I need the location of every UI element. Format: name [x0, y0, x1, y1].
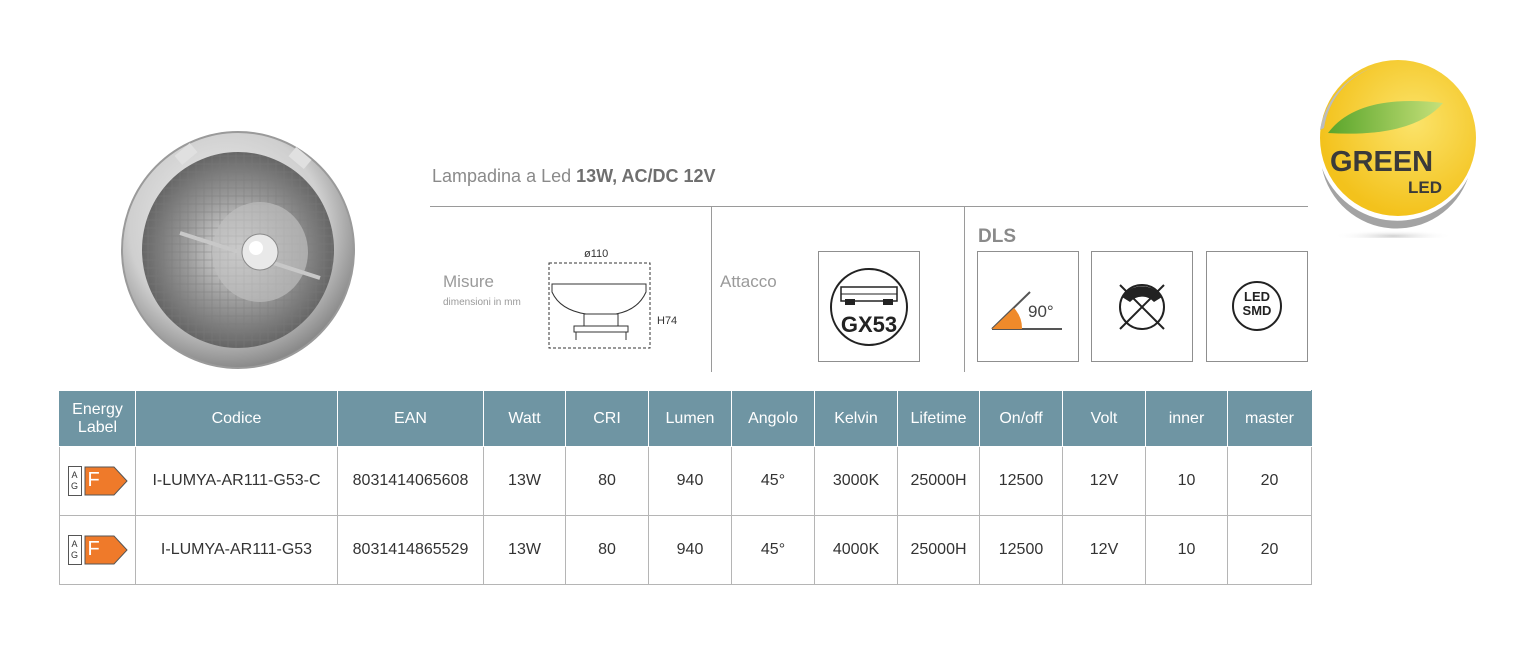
- energy-label-badge: A G F: [67, 466, 128, 496]
- cell-watt: 13W: [483, 515, 566, 585]
- cell-kelvin: 4000K: [814, 515, 898, 585]
- header-inner: inner: [1145, 390, 1228, 447]
- cell-inner: 10: [1145, 446, 1228, 516]
- logo-word-green: GREEN: [1330, 146, 1434, 178]
- section-divider: [711, 207, 712, 372]
- header-lifetime: Lifetime: [897, 390, 980, 447]
- cell-ean: 8031414065608: [337, 446, 484, 516]
- header-lumen: Lumen: [648, 390, 732, 447]
- energy-label-badge: A G F: [67, 535, 128, 565]
- energy-scale-top: A: [71, 470, 78, 480]
- cell-cri: 80: [565, 446, 649, 516]
- table-row: A G F I-LUMYA-AR111-G53 8031414865529 13…: [59, 515, 1312, 585]
- cell-codice: I-LUMYA-AR111-G53-C: [135, 446, 338, 516]
- header-watt: Watt: [483, 390, 566, 447]
- cell-lumen: 940: [648, 446, 732, 516]
- header-kelvin: Kelvin: [814, 390, 898, 447]
- misure-label: Misure: [443, 272, 495, 291]
- cell-onoff: 12500: [979, 515, 1063, 585]
- cell-lifetime: 25000H: [897, 446, 980, 516]
- cell-inner: 10: [1145, 515, 1228, 585]
- energy-class: F: [87, 538, 100, 560]
- energy-label-cell: A G F: [59, 446, 136, 516]
- cell-onoff: 12500: [979, 446, 1063, 516]
- product-title: Lampadina a Led 13W, AC/DC 12V: [432, 166, 716, 187]
- energy-scale-bottom: G: [70, 481, 78, 491]
- table-header-row: Energy Label Codice EAN Watt CRI Lumen A…: [59, 390, 1312, 447]
- table-row: A G F I-LUMYA-AR111-G53-C 8031414065608 …: [59, 446, 1312, 516]
- socket-code: GX53: [840, 312, 898, 337]
- led-type-line1: LED: [1244, 289, 1270, 304]
- socket-icon-box: GX53: [818, 251, 920, 362]
- header-angolo: Angolo: [731, 390, 815, 447]
- attacco-label: Attacco: [720, 272, 777, 291]
- cell-lifetime: 25000H: [897, 515, 980, 585]
- header-energy-label: Energy Label: [59, 390, 136, 447]
- header-ean: EAN: [337, 390, 484, 447]
- header-onoff: On/off: [979, 390, 1063, 447]
- cell-lumen: 940: [648, 515, 732, 585]
- energy-class: F: [87, 469, 100, 491]
- cell-volt: 12V: [1062, 515, 1146, 585]
- header-master: master: [1227, 390, 1312, 447]
- cell-master: 20: [1227, 515, 1312, 585]
- cell-volt: 12V: [1062, 446, 1146, 516]
- dls-label: DLS: [978, 226, 1016, 247]
- header-codice: Codice: [135, 390, 338, 447]
- energy-scale-bottom: G: [70, 550, 78, 560]
- cell-kelvin: 3000K: [814, 446, 898, 516]
- title-specs: 13W, AC/DC 12V: [576, 166, 716, 186]
- product-image: [120, 128, 360, 373]
- diameter-label: ø110: [584, 248, 609, 260]
- beam-angle-value: 90°: [1028, 302, 1054, 321]
- green-led-logo: GREEN LED: [1318, 58, 1478, 242]
- beam-angle-box: 90°: [977, 251, 1079, 362]
- logo-word-led: LED: [1408, 178, 1442, 197]
- dimmer-box: [1091, 251, 1193, 362]
- cell-angolo: 45°: [731, 515, 815, 585]
- led-type-line2: SMD: [1242, 303, 1272, 318]
- title-divider: [430, 206, 1308, 207]
- header-cri: CRI: [565, 390, 649, 447]
- height-label: H74: [657, 315, 678, 327]
- gx53-socket-icon: [830, 268, 908, 346]
- cell-cri: 80: [565, 515, 649, 585]
- cell-master: 20: [1227, 446, 1312, 516]
- spec-table: Energy Label Codice EAN Watt CRI Lumen A…: [59, 390, 1312, 585]
- cell-watt: 13W: [483, 446, 566, 516]
- no-dimmer-icon: [1119, 284, 1165, 330]
- cell-angolo: 45°: [731, 446, 815, 516]
- energy-label-cell: A G F: [59, 515, 136, 585]
- section-divider: [964, 207, 965, 372]
- dimension-drawing: [546, 262, 656, 357]
- misure-sublabel: dimensioni in mm: [443, 297, 521, 308]
- title-prefix: Lampadina a Led: [432, 166, 572, 186]
- energy-scale-top: A: [71, 539, 78, 549]
- header-volt: Volt: [1062, 390, 1146, 447]
- led-smd-box: LED SMD: [1206, 251, 1308, 362]
- cell-codice: I-LUMYA-AR111-G53: [135, 515, 338, 585]
- cell-ean: 8031414865529: [337, 515, 484, 585]
